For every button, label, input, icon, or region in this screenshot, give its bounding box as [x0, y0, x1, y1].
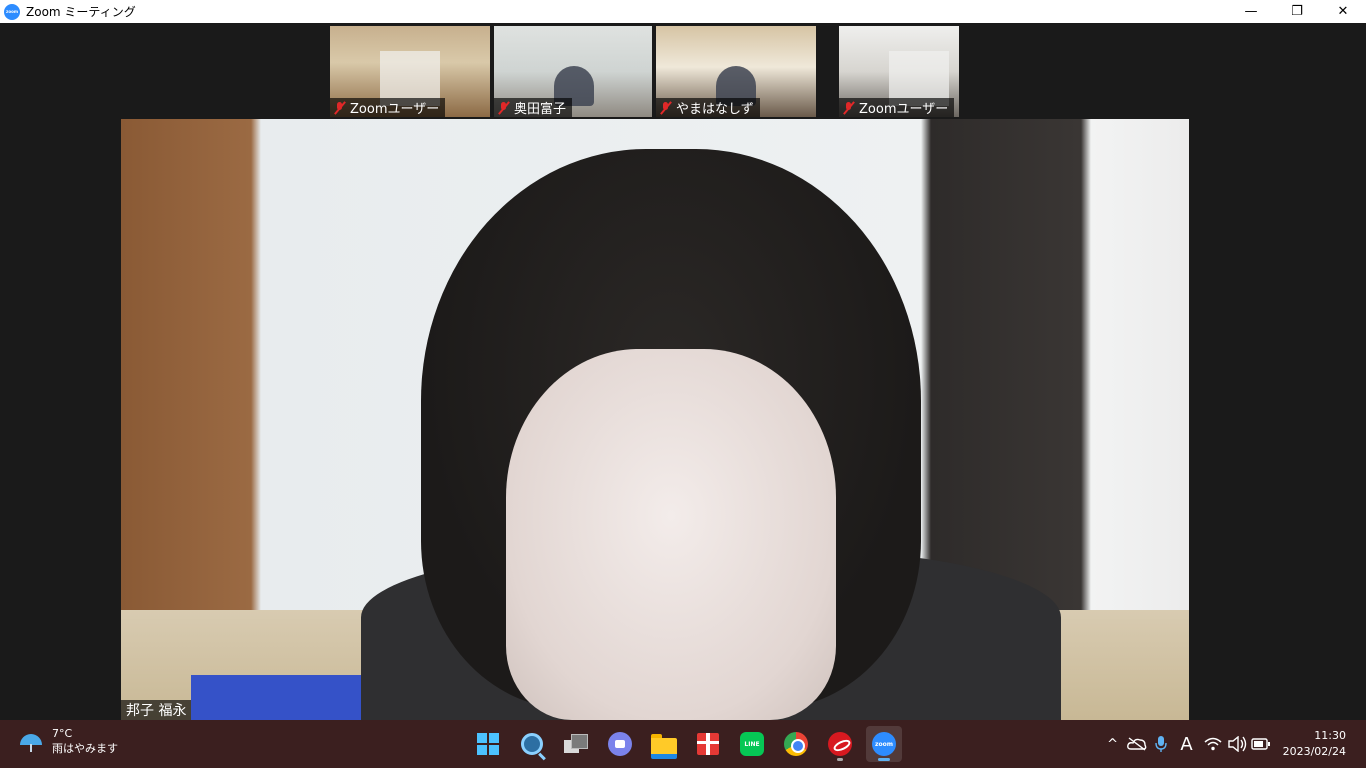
title-bar: zoom Zoom ミーティング — ❐ ✕: [0, 0, 1366, 23]
running-indicator: [837, 758, 843, 761]
onedrive-icon[interactable]: [1125, 732, 1149, 756]
window-controls: — ❐ ✕: [1228, 0, 1366, 23]
line-app-button[interactable]: LINE: [734, 726, 770, 762]
participant-thumbnails: Zoomユーザー 奥田富子 やまはなしず Zoomユーザー: [330, 26, 959, 117]
clock-date: 2023/02/24: [1282, 745, 1346, 758]
chat-button[interactable]: [602, 726, 638, 762]
search-icon: [521, 733, 543, 755]
zoom-icon: zoom: [872, 732, 896, 756]
mic-muted-icon: [498, 101, 510, 115]
participant-name: やまはなしず: [676, 102, 754, 117]
task-view-button[interactable]: [558, 726, 594, 762]
microphone-icon[interactable]: [1149, 732, 1173, 756]
search-button[interactable]: [514, 726, 550, 762]
weather-temperature: 7°C: [52, 727, 73, 740]
participant-name: Zoomユーザー: [350, 102, 440, 117]
zoom-logo-icon: zoom: [4, 3, 20, 20]
participant-label: Zoomユーザー: [330, 98, 446, 117]
mic-muted-icon: [334, 101, 346, 115]
trend-micro-app-button[interactable]: [822, 726, 858, 762]
participant-label: やまはなしず: [656, 98, 760, 117]
participant-tile[interactable]: やまはなしず: [656, 26, 816, 117]
windows-icon: [477, 733, 499, 755]
active-speaker-name: 邦子 福永: [121, 700, 192, 720]
gift-icon: [697, 733, 719, 755]
volume-icon[interactable]: [1225, 732, 1249, 756]
weather-widget[interactable]: 7°C 雨はやみます: [18, 726, 118, 756]
participant-tile[interactable]: Zoomユーザー: [839, 26, 959, 117]
participant-name: 奥田富子: [514, 102, 567, 117]
ime-indicator[interactable]: A: [1173, 734, 1201, 755]
system-tray: ^ A 11:30 2023/02/24: [1101, 720, 1366, 768]
zoom-app-button[interactable]: zoom: [866, 726, 902, 762]
window-title: Zoom ミーティング: [26, 5, 136, 19]
clock[interactable]: 11:30 2023/02/24: [1283, 728, 1346, 760]
clock-time: 11:30: [1314, 729, 1346, 742]
folder-icon: [651, 734, 677, 759]
weather-condition: 雨はやみます: [52, 742, 118, 755]
battery-icon[interactable]: [1249, 732, 1273, 756]
taskbar: 7°C 雨はやみます LINE zoom ^ A 11:30 2023/02/2…: [0, 720, 1366, 768]
close-button[interactable]: ✕: [1320, 0, 1366, 23]
meeting-area: Zoomユーザー 奥田富子 やまはなしず Zoomユーザー 邦子 福永: [0, 23, 1366, 720]
participant-tile[interactable]: Zoomユーザー: [330, 26, 490, 117]
restore-button[interactable]: ❐: [1274, 0, 1320, 23]
chat-icon: [608, 732, 632, 756]
mic-muted-icon: [843, 101, 855, 115]
line-icon: LINE: [740, 732, 764, 756]
task-view-icon: [564, 734, 588, 754]
chevron-up-icon[interactable]: ^: [1101, 732, 1125, 756]
start-button[interactable]: [470, 726, 506, 762]
participant-tile[interactable]: 奥田富子: [494, 26, 652, 117]
participant-name: Zoomユーザー: [859, 102, 949, 117]
chrome-app-button[interactable]: [778, 726, 814, 762]
trend-micro-icon: [828, 732, 852, 756]
taskbar-apps: LINE zoom: [470, 726, 902, 762]
participant-label: 奥田富子: [494, 98, 573, 117]
active-speaker-video[interactable]: 邦子 福永: [121, 119, 1189, 720]
umbrella-icon: [18, 728, 44, 754]
file-explorer-button[interactable]: [646, 726, 682, 762]
wifi-icon[interactable]: [1201, 732, 1225, 756]
chrome-icon: [784, 732, 808, 756]
gift-app-button[interactable]: [690, 726, 726, 762]
participant-label: Zoomユーザー: [839, 98, 955, 117]
minimize-button[interactable]: —: [1228, 0, 1274, 23]
mic-muted-icon: [660, 101, 672, 115]
